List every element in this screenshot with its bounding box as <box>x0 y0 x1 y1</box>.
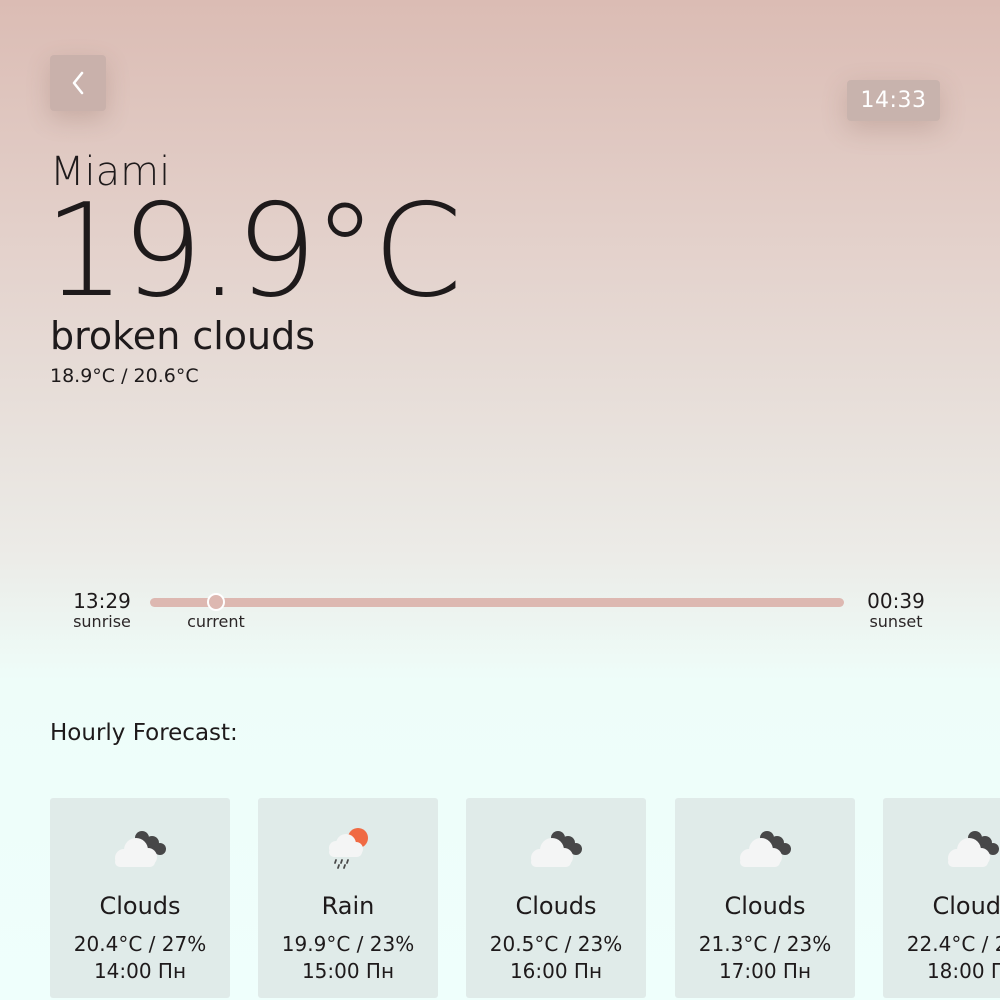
cloudy-night-icon <box>108 828 172 870</box>
forecast-stats: 22.4°C / 23% 18:00 Пн <box>883 931 1000 985</box>
current-temperature: 19.9°C <box>44 177 462 326</box>
forecast-card[interactable]: Clouds 20.4°C / 27% 14:00 Пн <box>50 798 230 998</box>
sunrise-block: 13:29 sunrise <box>66 589 138 631</box>
cloudy-night-icon <box>941 828 1000 870</box>
daylight-progress-track <box>150 598 844 607</box>
cloudy-night-icon <box>733 828 797 870</box>
forecast-card[interactable]: Clouds 21.3°C / 23% 17:00 Пн <box>675 798 855 998</box>
rain-sun-icon <box>316 828 380 870</box>
back-button[interactable] <box>50 55 106 111</box>
forecast-condition: Clouds <box>932 892 1000 920</box>
forecast-time: 18:00 Пн <box>926 959 1000 983</box>
forecast-time: 15:00 Пн <box>301 959 395 983</box>
min-max-temperature: 18.9°C / 20.6°C <box>50 365 199 387</box>
sunset-block: 00:39 sunset <box>860 589 932 631</box>
forecast-stats: 19.9°C / 23% 15:00 Пн <box>258 931 438 985</box>
cloudy-night-icon <box>524 828 588 870</box>
forecast-temp-humidity: 21.3°C / 23% <box>698 932 832 956</box>
sunrise-label: sunrise <box>73 612 131 631</box>
chevron-left-icon <box>68 69 88 97</box>
hourly-forecast-list[interactable]: Clouds 20.4°C / 27% 14:00 Пн Rain 19.9°C… <box>50 798 1000 1000</box>
weather-description: broken clouds <box>50 314 316 358</box>
forecast-card[interactable]: Rain 19.9°C / 23% 15:00 Пн <box>258 798 438 998</box>
forecast-card[interactable]: Clouds 22.4°C / 23% 18:00 Пн <box>883 798 1000 998</box>
forecast-condition: Clouds <box>724 892 806 920</box>
forecast-condition: Clouds <box>99 892 181 920</box>
current-label: current <box>187 612 245 631</box>
sunset-label: sunset <box>869 612 923 631</box>
forecast-temp-humidity: 20.5°C / 23% <box>489 932 623 956</box>
forecast-stats: 20.5°C / 23% 16:00 Пн <box>466 931 646 985</box>
forecast-time: 17:00 Пн <box>718 959 812 983</box>
forecast-time: 16:00 Пн <box>509 959 603 983</box>
forecast-condition: Clouds <box>515 892 597 920</box>
forecast-stats: 20.4°C / 27% 14:00 Пн <box>50 931 230 985</box>
forecast-stats: 21.3°C / 23% 17:00 Пн <box>675 931 855 985</box>
forecast-temp-humidity: 19.9°C / 23% <box>281 932 415 956</box>
forecast-temp-humidity: 22.4°C / 23% <box>906 932 1000 956</box>
sunrise-time: 13:29 <box>73 589 131 613</box>
sunset-time: 00:39 <box>867 589 925 613</box>
current-time-marker <box>206 593 225 611</box>
clock-badge: 14:33 <box>847 80 940 121</box>
forecast-time: 14:00 Пн <box>93 959 187 983</box>
hourly-forecast-title: Hourly Forecast: <box>50 720 238 746</box>
forecast-card[interactable]: Clouds 20.5°C / 23% 16:00 Пн <box>466 798 646 998</box>
forecast-condition: Rain <box>321 892 375 920</box>
forecast-temp-humidity: 20.4°C / 27% <box>73 932 207 956</box>
